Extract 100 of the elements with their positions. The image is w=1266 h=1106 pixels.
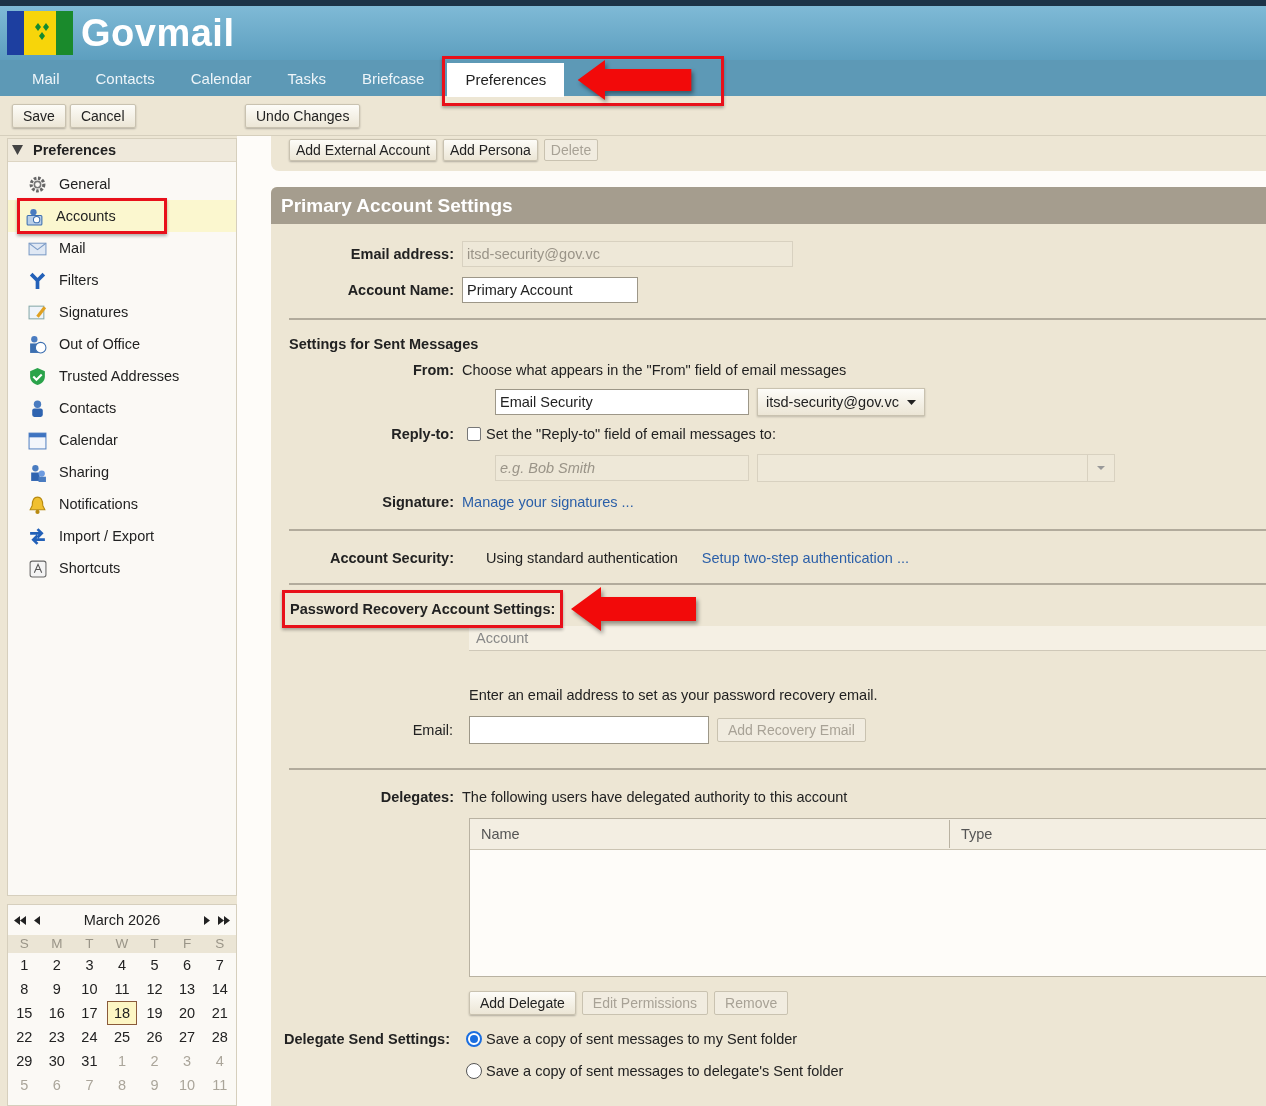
- calendar-day[interactable]: 17: [74, 1001, 105, 1025]
- field-label: Reply-to:: [390, 426, 455, 442]
- sidebar-item[interactable]: Import / Export: [26, 522, 163, 550]
- calendar-day[interactable]: 25: [107, 1025, 137, 1049]
- signature-link[interactable]: Manage your signatures ...: [462, 494, 634, 510]
- gear-icon: [28, 174, 47, 194]
- weekday-label: W: [105, 935, 139, 953]
- arrows-icon: [28, 526, 47, 546]
- calendar-day[interactable]: 18: [107, 1001, 137, 1025]
- calendar-day[interactable]: 26: [139, 1025, 170, 1049]
- hint-text: Choose what appears in the "From" field of email messages: [462, 362, 847, 378]
- arrow-icon: [571, 587, 697, 631]
- calendar-day[interactable]: 8: [9, 977, 40, 1001]
- column-header: Type: [960, 826, 993, 842]
- field-label: From:: [411, 362, 455, 378]
- calendar-day[interactable]: 22: [9, 1025, 40, 1049]
- field-label: Account Security:: [328, 550, 455, 566]
- calendar-day[interactable]: 15: [9, 1001, 40, 1025]
- recovery-email-field[interactable]: [469, 716, 709, 744]
- field-label: Account Name:: [346, 282, 455, 298]
- checkbox-label: Set the "Reply-to" field of email messages to:: [486, 426, 776, 442]
- calendar-day[interactable]: 10: [74, 977, 105, 1001]
- calendar-day[interactable]: 9: [41, 977, 72, 1001]
- collapse-triangle-icon[interactable]: [12, 145, 23, 155]
- field-label: Signature:: [381, 494, 455, 510]
- radio-option[interactable]: Save a copy of sent messages to delegate's Sent folder: [466, 1063, 844, 1079]
- weekday-label: F: [170, 935, 204, 953]
- calendar-day[interactable]: 2: [41, 953, 72, 977]
- keyboard-key-icon: [28, 558, 47, 578]
- weekday-label: S: [203, 935, 236, 953]
- radio-option[interactable]: Save a copy of sent messages to my Sent folder: [466, 1031, 798, 1047]
- sidebar-item[interactable]: Shortcuts: [26, 554, 129, 582]
- calendar-day[interactable]: 30: [41, 1049, 72, 1073]
- sidebar-item[interactable]: Out of Office: [26, 330, 149, 358]
- calendar-day[interactable]: 27: [172, 1025, 203, 1049]
- weekday-label: S: [8, 935, 41, 953]
- section-heading: Settings for Sent Messages: [288, 336, 480, 352]
- fork-icon: [28, 270, 47, 290]
- sidebar-item[interactable]: Contacts: [26, 394, 125, 422]
- weekday-label: M: [40, 935, 74, 953]
- shield-icon: [28, 366, 47, 386]
- security-status: Using standard authentication: [486, 550, 678, 566]
- sidebar-item[interactable]: Trusted Addresses: [26, 362, 188, 390]
- instruction-text: Enter an email address to set as your password recovery email.: [469, 687, 879, 703]
- field-label: Email:: [411, 722, 454, 738]
- month-title: March 2026: [82, 912, 162, 928]
- description-text: The following users have delegated authority to this account: [462, 789, 848, 805]
- calendar-day[interactable]: 24: [74, 1025, 105, 1049]
- toolbar-button[interactable]: Cancel: [69, 103, 136, 128]
- toolbar-button[interactable]: Undo Changes: [245, 103, 361, 128]
- double-left-icon[interactable]: [14, 915, 26, 925]
- calendar-day[interactable]: 20: [172, 1001, 203, 1025]
- calendar-day[interactable]: 12: [139, 977, 170, 1001]
- sidebar-item[interactable]: Notifications: [26, 490, 146, 518]
- person-clock-icon: [28, 334, 47, 354]
- field-label: Delegate Send Settings:: [283, 1031, 451, 1047]
- weekday-label: T: [73, 935, 106, 953]
- from-name-field[interactable]: Email Security: [495, 389, 749, 415]
- calendar-day[interactable]: 14: [204, 977, 235, 1001]
- sidebar-item[interactable]: Signatures: [26, 298, 137, 326]
- column-header: Account: [476, 630, 529, 646]
- button[interactable]: Add Delegate: [469, 991, 576, 1015]
- sidebar-item[interactable]: Filters: [26, 266, 107, 294]
- sidebar-item[interactable]: Sharing: [26, 458, 117, 486]
- calendar-day[interactable]: 29: [9, 1049, 40, 1073]
- sidebar-item[interactable]: Accounts: [17, 198, 167, 234]
- nav-tab[interactable]: Preferences: [447, 63, 565, 97]
- checkbox[interactable]: [467, 427, 481, 441]
- account-name-field[interactable]: Primary Account: [462, 277, 638, 303]
- calendar-day[interactable]: 21: [204, 1001, 235, 1025]
- section-heading: Preferences: [33, 142, 117, 158]
- weekday-label: T: [138, 935, 171, 953]
- two-step-link[interactable]: Setup two-step authentication ...: [701, 550, 909, 566]
- button[interactable]: Add Persona: [442, 139, 538, 161]
- address-dropdown[interactable]: itsd-security@gov.vc: [757, 388, 925, 416]
- calendar-day[interactable]: 1: [9, 953, 40, 977]
- button[interactable]: Add External Account: [289, 139, 437, 161]
- sidebar-item[interactable]: Calendar: [26, 426, 126, 454]
- calendar-day[interactable]: 28: [204, 1025, 235, 1049]
- calendar-day[interactable]: 13: [172, 977, 203, 1001]
- calendar-day[interactable]: 11: [107, 977, 137, 1001]
- section-title: Primary Account Settings: [271, 187, 1266, 224]
- sidebar-item[interactable]: General: [26, 170, 119, 198]
- left-icon[interactable]: [34, 915, 40, 925]
- calendar-day[interactable]: 16: [41, 1001, 72, 1025]
- toolbar-button[interactable]: Save: [12, 103, 66, 128]
- calendar-day[interactable]: 19: [139, 1001, 170, 1025]
- right-icon[interactable]: [204, 915, 210, 925]
- field-label: Email address:: [349, 246, 455, 262]
- double-right-icon[interactable]: [218, 915, 230, 925]
- calendar-day[interactable]: 7: [204, 953, 235, 977]
- calendar-day[interactable]: 4: [107, 953, 137, 977]
- calendar-day[interactable]: 31: [74, 1049, 105, 1073]
- section-heading: Password Recovery Account Settings:: [282, 590, 564, 628]
- column-header: Name: [470, 820, 950, 848]
- calendar-day[interactable]: 3: [74, 953, 105, 977]
- calendar-day[interactable]: 23: [41, 1025, 72, 1049]
- sidebar-item[interactable]: Mail: [26, 234, 94, 262]
- calendar-day[interactable]: 6: [172, 953, 203, 977]
- calendar-day[interactable]: 5: [139, 953, 170, 977]
